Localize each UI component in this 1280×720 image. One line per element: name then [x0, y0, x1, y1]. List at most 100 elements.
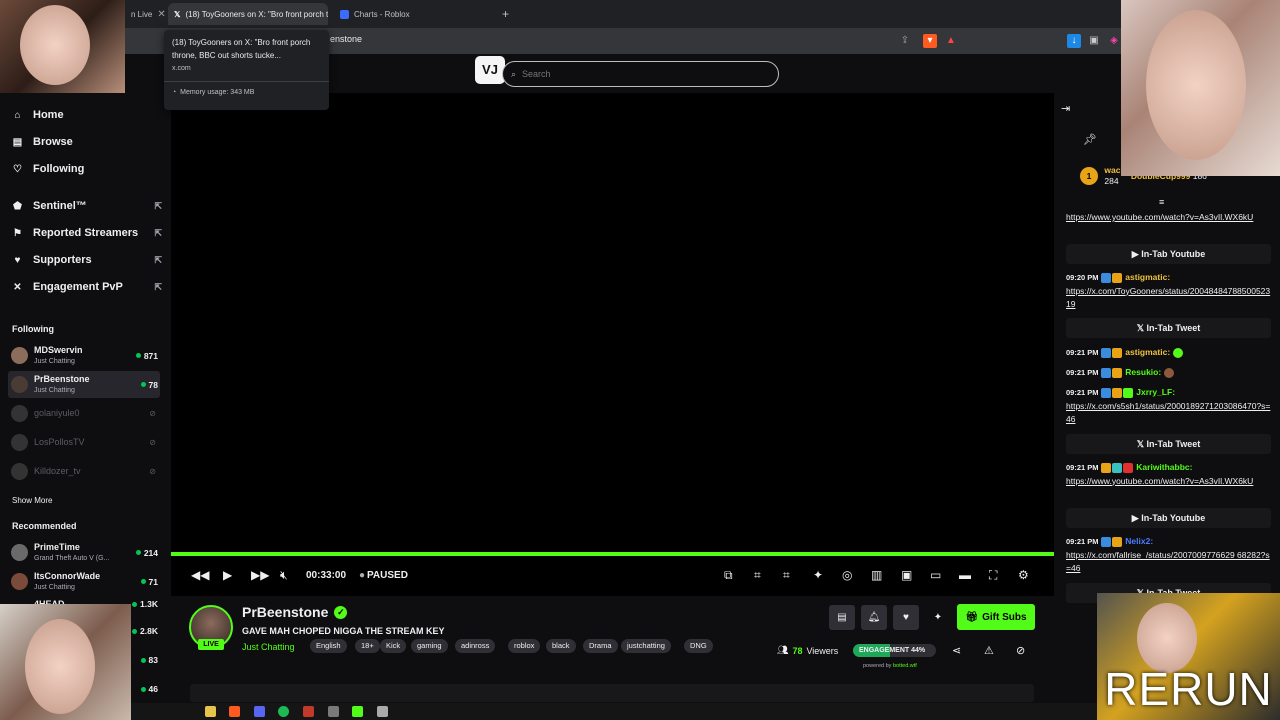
gift-icon: 🎁︎ — [965, 611, 979, 623]
video-player[interactable] — [171, 93, 1054, 558]
x-logo-icon: 𝕏 — [1136, 439, 1145, 449]
sidebar-item-sentinel[interactable]: ⬟ Sentinel™ ⇱ — [12, 200, 162, 212]
new-tab-button[interactable]: + — [496, 3, 516, 25]
sparkle-button[interactable]: ✦ — [925, 605, 951, 630]
gift-subs-button[interactable]: 🎁︎ Gift Subs — [957, 604, 1035, 630]
site-logo[interactable]: VJ — [475, 56, 505, 84]
extension-icon[interactable]: ▣ — [1087, 34, 1101, 48]
expand-icon[interactable]: ≡ — [1159, 197, 1164, 207]
chat-link[interactable]: https://x.com/ToyGooners/status/20048484… — [1066, 286, 1270, 310]
cinema-icon[interactable]: ▬ — [959, 568, 971, 582]
avatar — [11, 405, 28, 422]
kick-app-icon[interactable] — [352, 706, 363, 717]
sidebar-item-home[interactable]: ⌂ Home — [12, 109, 162, 121]
pip-icon[interactable]: ▣ — [901, 568, 912, 582]
brave-shield-icon[interactable]: ▾ — [923, 34, 937, 48]
tab-roblox-charts[interactable]: Charts - Roblox — [334, 3, 494, 25]
followed-channel[interactable]: PrBeenstone Just Chatting 78 — [8, 371, 160, 398]
warning-icon[interactable]: ⚠ — [984, 644, 994, 657]
tag-pill[interactable]: Drama — [583, 639, 618, 653]
sparkle-icon[interactable]: ✦ — [813, 568, 823, 582]
followed-channel-offline[interactable]: LosPollosTV ⊘ — [8, 429, 160, 456]
tag-pill[interactable]: black — [546, 639, 576, 653]
play-icon[interactable]: ▶ — [223, 568, 232, 582]
shield-extension-icon[interactable]: ◈ — [1107, 34, 1121, 48]
sidebar-item-reported-streamers[interactable]: ⚑ Reported Streamers ⇱ — [12, 227, 162, 239]
notification-button[interactable]: 🔔︎ — [861, 605, 887, 630]
app-icon[interactable] — [303, 706, 314, 717]
tab-kick-live[interactable]: n Live ✕ — [125, 3, 165, 25]
tag-pill[interactable]: English — [310, 639, 347, 653]
follow-button[interactable]: ♥ — [893, 605, 919, 630]
crop-icon[interactable]: ⌗ — [754, 568, 761, 583]
mute-icon[interactable]: 🔇︎ — [280, 568, 288, 583]
theater-icon[interactable]: ▭ — [930, 568, 941, 582]
live-badge: LIVE — [198, 639, 224, 650]
notepad-icon[interactable] — [328, 706, 339, 717]
spotify-icon[interactable] — [278, 706, 289, 717]
live-dot — [132, 601, 138, 607]
discord-icon[interactable] — [254, 706, 265, 717]
sidebar-item-following[interactable]: ♡ Following — [12, 163, 162, 175]
sidebar-item-browse[interactable]: ▤ Browse — [12, 136, 162, 148]
pin-icon[interactable]: 📌︎ — [1083, 133, 1097, 146]
collapse-chat-icon[interactable]: ⇥ — [1061, 102, 1070, 115]
in-tab-tweet-button[interactable]: 𝕏 In-Tab Tweet — [1066, 434, 1271, 454]
report-button[interactable]: ▤ — [829, 605, 855, 630]
browse-icon: ▤ — [12, 136, 23, 148]
in-tab-youtube-button[interactable]: ▶ In-Tab Youtube — [1066, 508, 1271, 528]
chat-link[interactable]: https://x.com/fallrise_/status/200700977… — [1066, 550, 1270, 574]
clip-icon[interactable]: ⧉ — [724, 568, 733, 583]
tab-label: n Live — [131, 9, 153, 19]
speed-icon[interactable]: ◎ — [842, 568, 852, 582]
avatar — [11, 463, 28, 480]
tag-pill[interactable]: gaming — [411, 639, 448, 653]
recommended-channel[interactable]: PrimeTime Grand Theft Auto V (G... 214 — [8, 539, 160, 566]
sidebar-item-supporters[interactable]: ♥ Supporters ⇱ — [12, 254, 162, 266]
followed-channel-offline[interactable]: Killdozer_tv ⊘ — [8, 458, 160, 485]
search-box[interactable]: ⌕ — [502, 61, 779, 87]
heart-icon: ♡ — [13, 163, 22, 175]
share-icon[interactable]: ⋖ — [952, 644, 961, 657]
external-link-icon: ⇱ — [154, 227, 162, 238]
show-more-link[interactable]: Show More — [12, 496, 52, 505]
in-tab-youtube-button[interactable]: ▶ In-Tab Youtube — [1066, 244, 1271, 264]
live-dot — [140, 382, 146, 387]
tag-pill[interactable]: Kick — [380, 639, 407, 653]
tag-pill[interactable]: roblox — [508, 639, 541, 653]
file-explorer-icon[interactable] — [205, 706, 216, 717]
viewer-count: 👥︎ 78 Viewers — [777, 645, 839, 656]
chat-link[interactable]: https://www.youtube.com/watch?v=As3vIl.W… — [1066, 476, 1253, 486]
brave-icon[interactable] — [229, 706, 240, 717]
fast-forward-icon[interactable]: ▶▶ — [251, 568, 269, 582]
chat-link[interactable]: https://www.youtube.com/watch?v=As3vIl.W… — [1066, 212, 1253, 222]
tab-x-post[interactable]: 𝕏 (18) ToyGooners on X: "Bro front porch… — [168, 3, 328, 25]
tag-pill[interactable]: adinross — [455, 639, 496, 653]
stats-icon[interactable]: ▥ — [871, 568, 882, 582]
sidebar-item-engagement-pvp[interactable]: ✕ Engagement PvP ⇱ — [12, 281, 162, 293]
chat-message: 09:21 PM astigmatic: — [1066, 346, 1271, 360]
link-off-icon[interactable]: ⊘ — [1016, 644, 1025, 657]
tag-pill[interactable]: DNG — [684, 639, 713, 653]
tag-pill[interactable]: 18+ — [355, 639, 380, 653]
streamer-name[interactable]: PrBeenstone ✓ — [242, 604, 348, 620]
rewards-icon[interactable]: ▲ — [944, 34, 958, 48]
search-input[interactable] — [522, 69, 753, 79]
crop-alt-icon[interactable]: ⌗ — [783, 568, 790, 583]
app-icon[interactable] — [377, 706, 388, 717]
followed-channel[interactable]: MDSwervin Just Chatting 871 — [8, 342, 160, 369]
tag-pill[interactable]: justchatting — [621, 639, 671, 653]
recommended-channel[interactable]: ItsConnorWade Just Chatting 71 — [8, 568, 160, 595]
download-icon[interactable]: ↓ — [1067, 34, 1081, 48]
in-tab-tweet-button[interactable]: 𝕏 In-Tab Tweet — [1066, 318, 1271, 338]
fullscreen-icon[interactable]: ⛶ — [989, 568, 997, 583]
settings-icon[interactable]: ⚙ — [1018, 568, 1029, 582]
recommended-header: Recommended — [12, 521, 77, 531]
rewind-icon[interactable]: ◀◀ — [191, 568, 209, 582]
close-icon[interactable]: ✕ — [157, 9, 165, 20]
share-icon[interactable]: ⇪ — [898, 34, 912, 48]
category-link[interactable]: Just Chatting — [242, 642, 295, 652]
followed-channel-offline[interactable]: golaniyule0 ⊘ — [8, 400, 160, 427]
chat-link[interactable]: https://x.com/s5sh1/status/2000189271203… — [1066, 401, 1270, 425]
chat-message: https://www.youtube.com/watch?v=As3vIl.W… — [1066, 211, 1271, 225]
